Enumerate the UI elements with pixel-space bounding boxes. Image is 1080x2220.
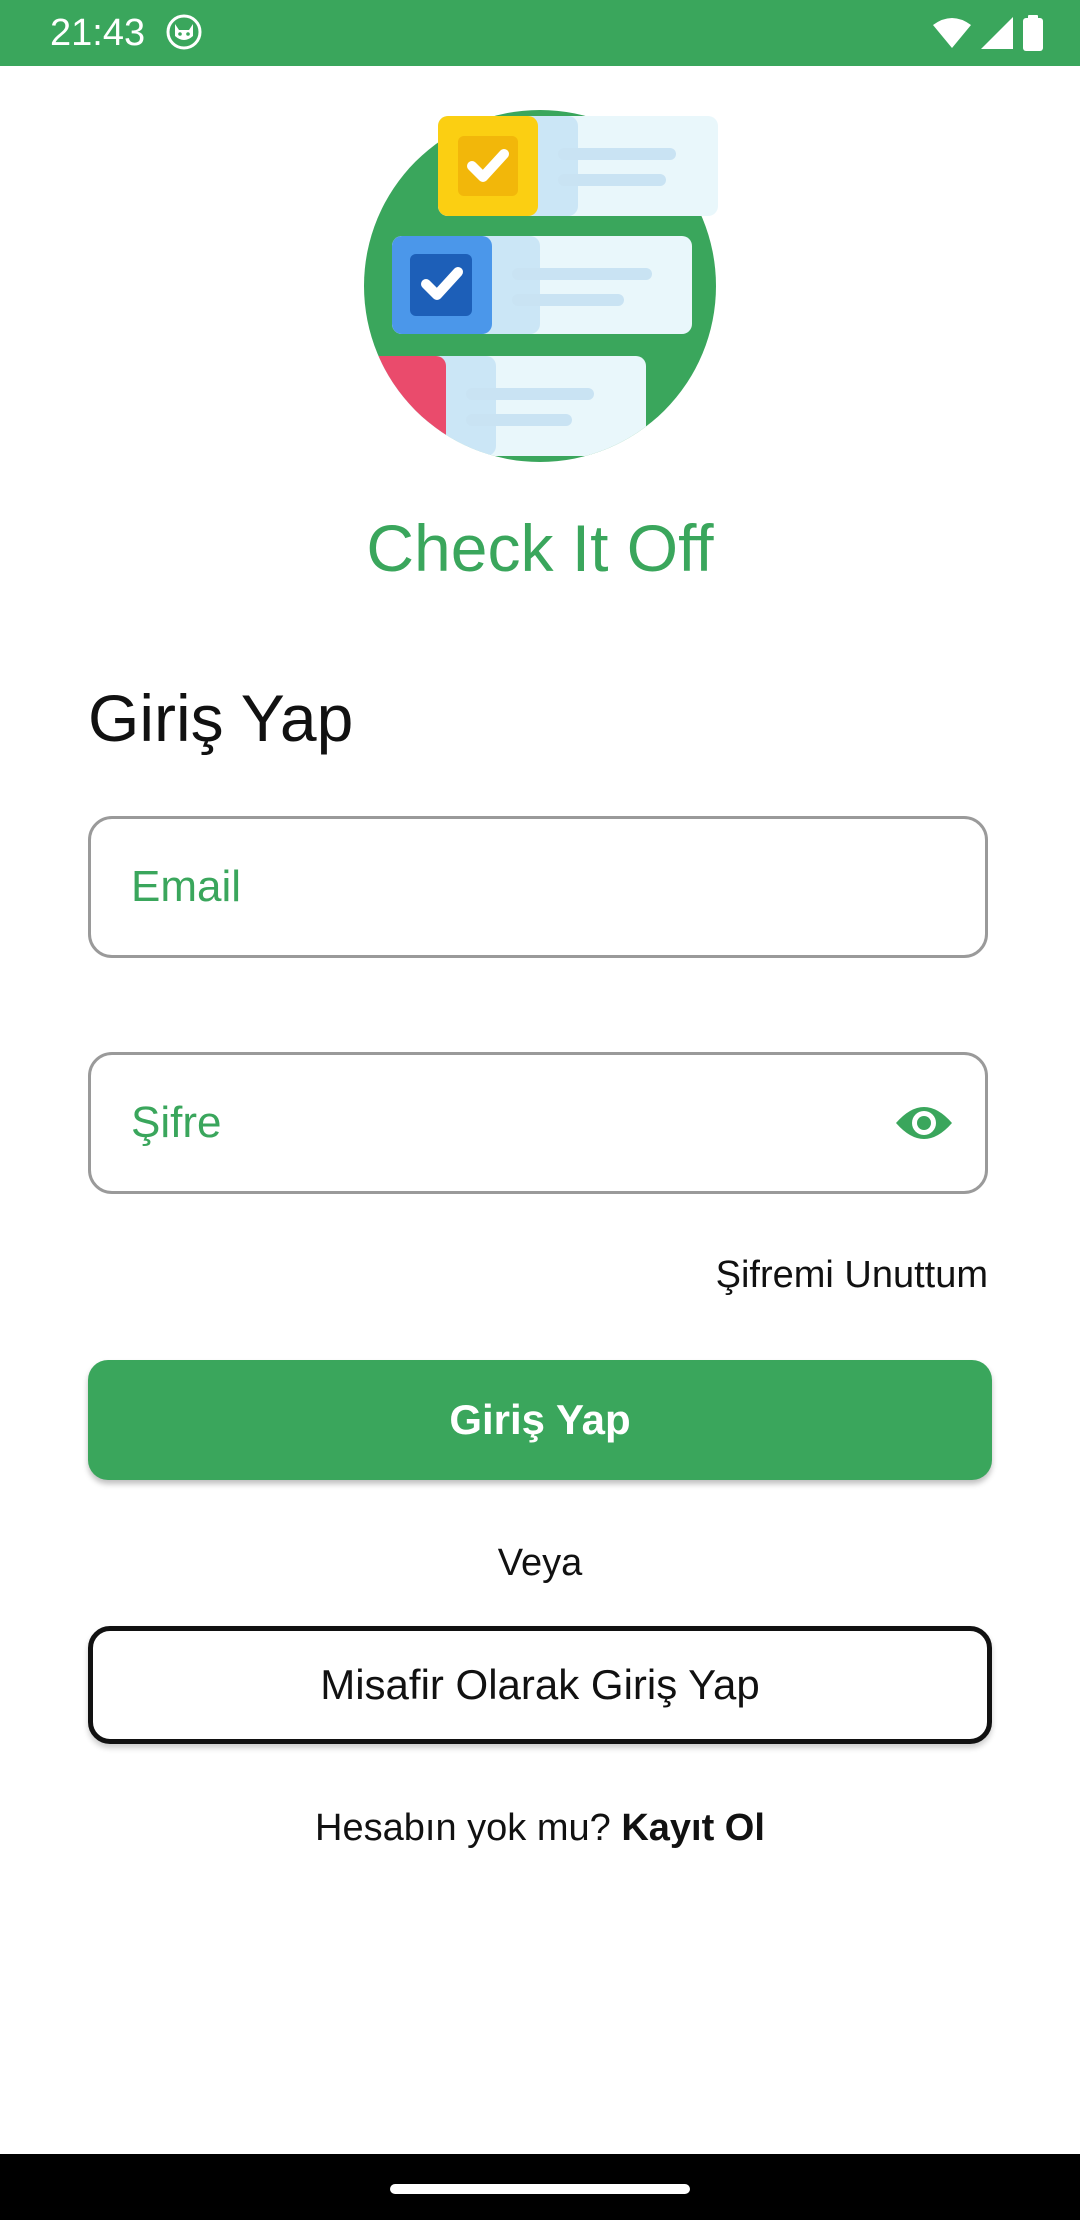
status-time: 21:43 [50, 12, 146, 54]
login-button[interactable]: Giriş Yap [88, 1360, 992, 1480]
battery-icon [1023, 15, 1043, 51]
wifi-icon [933, 18, 971, 48]
cat-notification-icon [166, 14, 202, 50]
or-divider-text: Veya [497, 1542, 583, 1584]
signal-icon [981, 17, 1013, 49]
password-input[interactable] [131, 1055, 891, 1191]
status-icons [932, 14, 1044, 52]
signup-link[interactable]: Kayıt Ol [621, 1807, 765, 1849]
system-nav-bar [0, 2154, 1080, 2220]
eye-icon[interactable] [893, 1095, 955, 1151]
guest-login-button[interactable]: Misafir Olarak Giriş Yap [88, 1626, 992, 1744]
checklist-logo-icon [364, 110, 718, 462]
signup-prompt: Hesabın yok mu? Kayıt Ol [0, 1804, 1080, 1852]
no-account-text: Hesabın yok mu? [315, 1807, 611, 1849]
home-gesture-handle[interactable] [390, 2184, 690, 2194]
password-field[interactable] [88, 1052, 988, 1194]
app-name: Check It Off [366, 511, 714, 585]
app-logo [362, 108, 722, 464]
forgot-password-link[interactable]: Şifremi Unuttum [716, 1252, 988, 1298]
status-bar: 21:43 [0, 0, 1080, 66]
page-title: Giriş Yap [88, 681, 354, 755]
email-input[interactable] [131, 819, 891, 955]
email-field[interactable] [88, 816, 988, 958]
